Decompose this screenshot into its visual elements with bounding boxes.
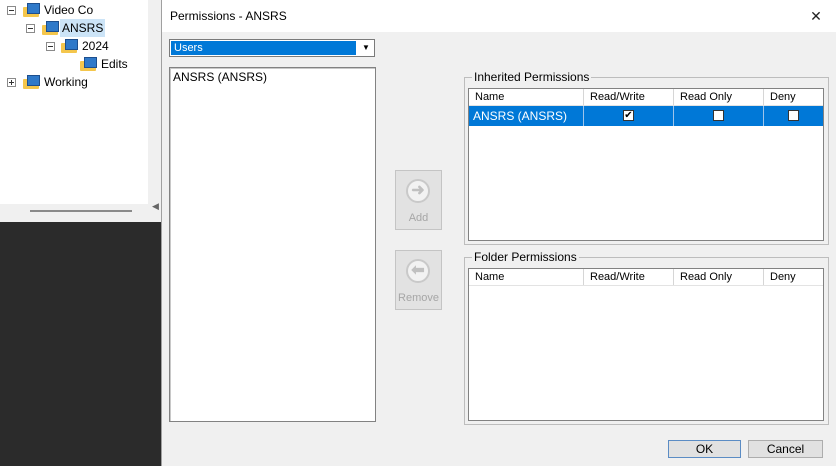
- remove-button[interactable]: ⬅ Remove: [395, 250, 442, 310]
- column-header-deny[interactable]: Deny: [764, 89, 823, 105]
- tree-item-edits[interactable]: Edits: [0, 55, 148, 73]
- grid-header: Name Read/Write Read Only Deny: [469, 89, 823, 106]
- read-write-checkbox[interactable]: ✔: [623, 110, 634, 121]
- tree-scrollbar-track[interactable]: [149, 0, 161, 222]
- expand-icon[interactable]: [7, 78, 16, 87]
- folder-monitor-icon: [42, 21, 59, 35]
- tree-item-label: ANSRS: [60, 19, 106, 37]
- remove-button-label: Remove: [398, 292, 439, 304]
- column-header-read-only[interactable]: Read Only: [674, 89, 764, 105]
- column-header-read-only[interactable]: Read Only: [674, 269, 764, 285]
- column-header-deny[interactable]: Deny: [764, 269, 823, 285]
- tree-item-label: Edits: [101, 57, 128, 71]
- tree-item-ansrs[interactable]: ANSRS: [0, 19, 148, 37]
- inherited-permissions-grid[interactable]: Name Read/Write Read Only Deny ANSRS (AN…: [468, 88, 824, 241]
- collapse-icon[interactable]: [7, 6, 16, 15]
- folder-tree: Video Co ANSRS 2024 Edits Working: [0, 0, 148, 204]
- cell-deny: [764, 106, 823, 126]
- close-icon[interactable]: ✕: [803, 4, 829, 28]
- tree-item-label: Working: [44, 75, 88, 89]
- folder-permissions-grid[interactable]: Name Read/Write Read Only Deny: [468, 268, 824, 421]
- column-header-read-write[interactable]: Read/Write: [584, 269, 674, 285]
- collapse-icon[interactable]: [26, 24, 35, 33]
- principal-type-select[interactable]: Users ▼: [169, 39, 375, 57]
- table-row[interactable]: ANSRS (ANSRS) ✔: [469, 106, 823, 126]
- ok-button[interactable]: OK: [668, 440, 741, 458]
- tree-item-2024[interactable]: 2024: [0, 37, 148, 55]
- dialog-title: Permissions - ANSRS: [170, 9, 287, 23]
- tree-horizontal-scrollbar[interactable]: [30, 210, 132, 212]
- folder-tree-panel: Video Co ANSRS 2024 Edits Working ◀: [0, 0, 161, 222]
- permissions-dialog: Permissions - ANSRS ✕ Users ▼ ANSRS (ANS…: [161, 0, 836, 466]
- folder-monitor-icon: [61, 39, 78, 53]
- scroll-left-icon[interactable]: ◀: [152, 201, 160, 215]
- deny-checkbox[interactable]: [788, 110, 799, 121]
- inherited-permissions-title: Inherited Permissions: [472, 70, 592, 84]
- user-list[interactable]: ANSRS (ANSRS): [169, 67, 376, 422]
- list-item[interactable]: ANSRS (ANSRS): [173, 70, 267, 84]
- collapse-icon[interactable]: [46, 42, 55, 51]
- column-header-name[interactable]: Name: [469, 269, 584, 285]
- arrow-right-icon: ➜: [406, 179, 430, 203]
- add-button[interactable]: ➜ Add: [395, 170, 442, 230]
- tree-item-working[interactable]: Working: [0, 73, 148, 91]
- row-name: ANSRS (ANSRS): [469, 106, 584, 126]
- folder-monitor-icon: [23, 3, 40, 17]
- tree-item-video-co[interactable]: Video Co: [0, 1, 148, 19]
- read-only-checkbox[interactable]: [713, 110, 724, 121]
- folder-monitor-icon: [80, 57, 97, 71]
- add-button-label: Add: [408, 212, 429, 224]
- folder-monitor-icon: [23, 75, 40, 89]
- tree-item-label: Video Co: [44, 3, 94, 17]
- cancel-button[interactable]: Cancel: [748, 440, 823, 458]
- cell-read-write: ✔: [584, 106, 674, 126]
- folder-permissions-title: Folder Permissions: [472, 250, 579, 264]
- arrow-left-icon: ⬅: [406, 259, 430, 283]
- column-header-read-write[interactable]: Read/Write: [584, 89, 674, 105]
- chevron-down-icon[interactable]: ▼: [358, 40, 374, 56]
- dialog-titlebar: Permissions - ANSRS ✕: [162, 0, 836, 32]
- column-header-name[interactable]: Name: [469, 89, 584, 105]
- cell-read-only: [674, 106, 764, 126]
- tree-item-label: 2024: [82, 39, 109, 53]
- grid-header: Name Read/Write Read Only Deny: [469, 269, 823, 286]
- select-value: Users: [171, 41, 356, 55]
